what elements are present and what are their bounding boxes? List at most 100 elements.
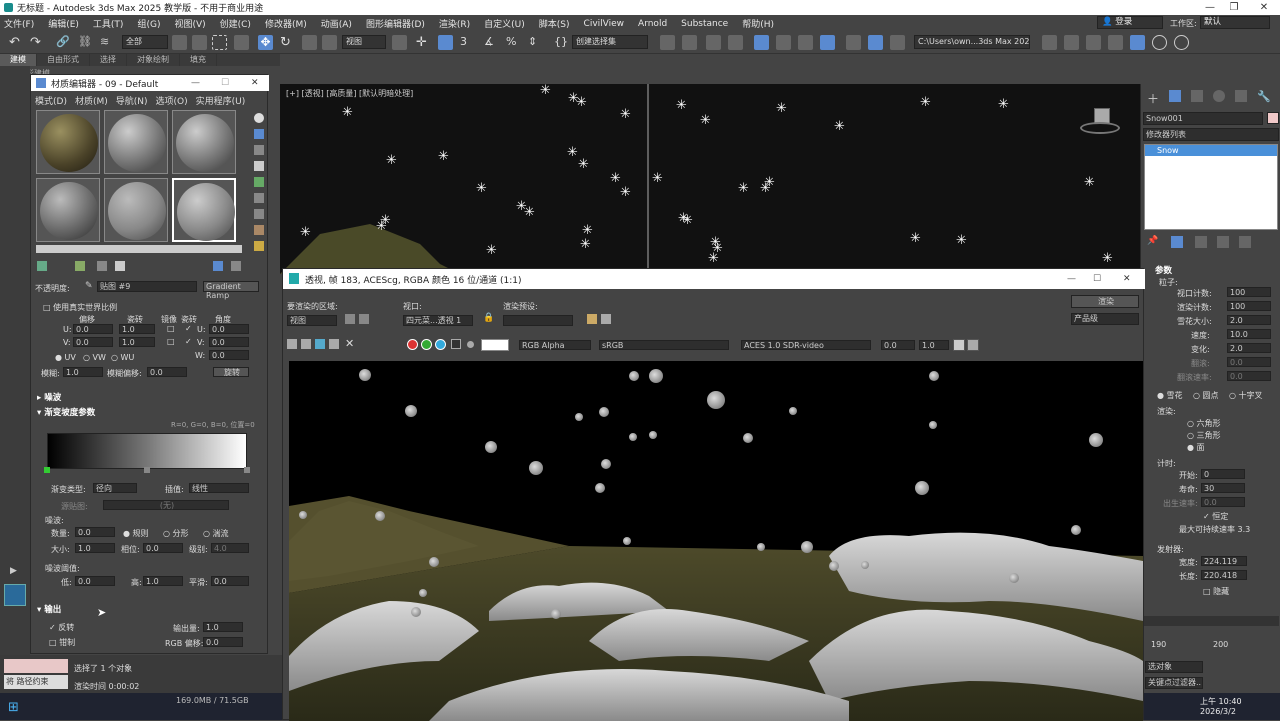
alpha-channel-icon[interactable] xyxy=(451,339,461,349)
sample-slot-5[interactable] xyxy=(104,178,168,242)
radio-flakes[interactable]: ● 雪花 xyxy=(1157,390,1183,401)
hierarchy-tab-icon[interactable] xyxy=(1191,90,1203,102)
environment-icon[interactable] xyxy=(601,314,611,324)
scene-explorer-icon[interactable] xyxy=(706,35,721,50)
menu-item[interactable]: 工具(T) xyxy=(93,17,124,30)
show-map-icon[interactable] xyxy=(213,261,223,271)
low-spinner[interactable]: 0.0 xyxy=(75,576,115,586)
sample-type-icon[interactable] xyxy=(254,113,264,123)
birth-rate-spinner[interactable]: 0.0 xyxy=(1201,497,1245,507)
menu-item[interactable]: 视图(V) xyxy=(174,17,205,30)
layer-explorer-icon[interactable] xyxy=(728,35,743,50)
red-channel-icon[interactable] xyxy=(407,339,418,350)
real-world-checkbox[interactable]: □ 使用真实世界比例 xyxy=(43,302,117,313)
display-transform-dropdown[interactable]: ACES 1.0 SDR-video xyxy=(741,340,871,350)
fractal-radio[interactable]: ○ 分形 xyxy=(163,528,189,539)
render-quality-dropdown[interactable]: 产品级 xyxy=(1071,313,1139,325)
radio-dots[interactable]: ○ 圆点 xyxy=(1193,390,1219,401)
undo-icon[interactable]: ↶ xyxy=(9,35,24,50)
options-icon[interactable] xyxy=(254,209,264,219)
u-tiling-spinner[interactable]: 1.0 xyxy=(119,324,155,334)
auto-region-icon[interactable] xyxy=(359,314,369,324)
select-by-name-icon[interactable] xyxy=(192,35,207,50)
material-editor-menu-item[interactable]: 实用程序(U) xyxy=(196,94,246,107)
menu-item[interactable]: 帮助(H) xyxy=(742,17,774,30)
render-count-spinner[interactable]: 100 xyxy=(1227,301,1271,311)
v-offset-spinner[interactable]: 0.0 xyxy=(73,337,113,347)
rotate-icon[interactable]: ↻ xyxy=(280,35,295,50)
render-close-icon[interactable]: ✕ xyxy=(1123,274,1131,284)
isolate-icon[interactable] xyxy=(1086,35,1101,50)
width-spinner[interactable]: 224.119 xyxy=(1201,556,1247,566)
source-map-button[interactable]: (无) xyxy=(103,500,229,510)
assign-material-icon[interactable] xyxy=(97,261,107,271)
remove-modifier-icon[interactable] xyxy=(1217,236,1229,248)
modifier-list-dropdown[interactable]: 修改器列表 xyxy=(1143,128,1279,141)
spinner-snap-icon[interactable]: ⇕ xyxy=(528,35,543,50)
backlight-icon[interactable] xyxy=(254,129,264,139)
stack-item-snow[interactable]: Snow xyxy=(1145,145,1277,156)
unlink-icon[interactable]: ⛓ xyxy=(78,35,93,50)
project-folder-icon[interactable] xyxy=(1042,35,1057,50)
menu-item[interactable]: 文件(F) xyxy=(4,17,34,30)
sample-slot-3[interactable] xyxy=(172,110,236,174)
map-type-button[interactable]: Gradient Ramp xyxy=(203,281,259,300)
rotate-button[interactable]: 旋转 xyxy=(213,367,249,377)
blur-offset-spinner[interactable]: 0.0 xyxy=(147,367,187,377)
render-maximize-icon[interactable]: ☐ xyxy=(1093,274,1101,284)
sample-slots-scrollbar[interactable] xyxy=(36,245,242,253)
interpolation-dropdown[interactable]: 线性 xyxy=(189,483,249,493)
pivot-icon[interactable] xyxy=(392,35,407,50)
map-name-field[interactable]: 贴图 #9 xyxy=(97,281,197,292)
sample-slot-4[interactable] xyxy=(36,178,100,242)
turbulence-radio[interactable]: ○ 湍流 xyxy=(203,528,229,539)
ribbon-tab[interactable]: 填充 xyxy=(180,54,217,66)
levels-spinner[interactable]: 4.0 xyxy=(211,543,249,553)
colorspace-dropdown[interactable]: sRGB xyxy=(599,340,729,350)
v-angle-spinner[interactable]: 0.0 xyxy=(209,337,249,347)
v-tiling-spinner[interactable]: 1.0 xyxy=(119,337,155,347)
menu-item[interactable]: 图形编辑器(D) xyxy=(366,17,425,30)
login-box[interactable]: 👤 登录 xyxy=(1097,16,1163,29)
radio-triangle[interactable]: ○ 三角形 xyxy=(1187,430,1221,441)
viewport-layout-icon[interactable] xyxy=(4,584,26,606)
selection-filter-dropdown[interactable]: 全部 xyxy=(122,35,168,49)
menu-item[interactable]: 创建(C) xyxy=(220,17,251,30)
hide-checkbox[interactable]: □ 隐藏 xyxy=(1203,586,1229,597)
timeline-scrollbar[interactable] xyxy=(1143,616,1279,626)
menu-item[interactable]: Substance xyxy=(681,19,728,29)
bind-spacewarp-icon[interactable]: ≋ xyxy=(100,35,115,50)
material-editor-menu-item[interactable]: 材质(M) xyxy=(75,94,108,107)
ramp-flag-end[interactable] xyxy=(244,467,250,473)
render-area-dropdown[interactable]: 视图 xyxy=(287,315,337,326)
material-editor-minimize-icon[interactable]: — xyxy=(191,78,200,88)
life-spinner[interactable]: 30 xyxy=(1201,483,1245,493)
viewcube-icon[interactable] xyxy=(1080,108,1120,136)
path-constraint-field[interactable]: 将 路径约束 xyxy=(4,675,68,689)
ramp-rollout[interactable]: ▾ 渐变坡度参数 xyxy=(37,406,95,418)
maxscript-listener[interactable] xyxy=(4,659,68,673)
size-spinner[interactable]: 1.0 xyxy=(75,543,115,553)
ribbon-tab[interactable]: 选择 xyxy=(90,54,127,66)
tumble-spinner[interactable]: 0.0 xyxy=(1227,357,1271,367)
configure-sets-icon[interactable] xyxy=(1239,236,1251,248)
blur-spinner[interactable]: 1.0 xyxy=(63,367,103,377)
v-tile-checkbox[interactable]: ✓ xyxy=(185,337,192,346)
material-editor-maximize-icon[interactable]: ☐ xyxy=(221,78,229,88)
u-mirror-checkbox[interactable]: □ xyxy=(167,324,175,333)
blue-channel-icon[interactable] xyxy=(435,339,446,350)
vw-radio[interactable]: ○ VW xyxy=(83,353,106,362)
w-angle-spinner[interactable]: 0.0 xyxy=(209,350,249,360)
output-amount-spinner[interactable]: 1.0 xyxy=(203,622,243,632)
select-object-icon[interactable] xyxy=(172,35,187,50)
windows-start-icon[interactable]: ⊞ xyxy=(8,700,19,715)
menu-item[interactable]: 自定义(U) xyxy=(484,17,525,30)
menu-item[interactable]: 渲染(R) xyxy=(439,17,470,30)
radio-six-point[interactable]: ○ 六角形 xyxy=(1187,418,1221,429)
uv-tiling-icon[interactable] xyxy=(254,161,264,171)
length-spinner[interactable]: 220.418 xyxy=(1201,570,1247,580)
key-filters-button[interactable]: 关键点过滤器... xyxy=(1145,677,1203,689)
monochrome-icon[interactable] xyxy=(467,341,474,348)
display-tab-icon[interactable] xyxy=(1235,90,1247,102)
redo-icon[interactable]: ↷ xyxy=(30,35,45,50)
